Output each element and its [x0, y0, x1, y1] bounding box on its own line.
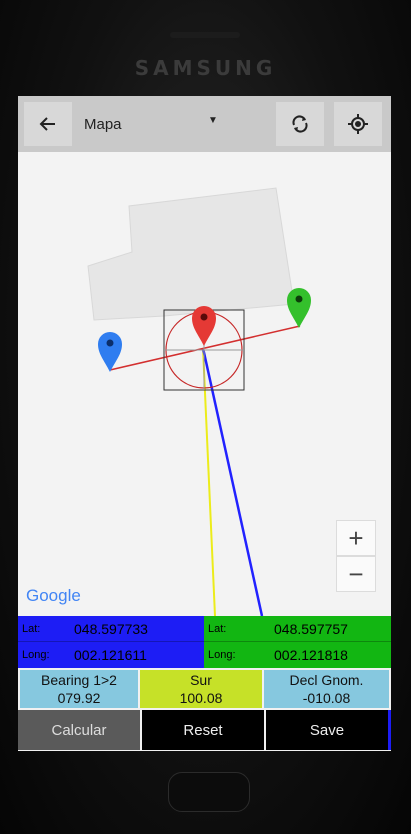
red-marker-icon[interactable] — [192, 306, 216, 346]
point1-long-value: 002.121611 — [74, 647, 147, 663]
bearing-box: Bearing 1>2 079.92 — [20, 670, 138, 708]
sync-icon — [292, 115, 308, 133]
point2-panel: Lat: 048.597757 Long: 002.121818 — [204, 616, 391, 668]
app-screen: Mapa ▼ Google + − Lat: 048.597733 Long: … — [18, 96, 391, 751]
triangle-down-icon: ▼ — [208, 115, 218, 126]
zoom-out-button[interactable]: − — [336, 556, 376, 592]
phone-frame: SAMSUNG Mapa ▼ Google + − Lat: 048.59773… — [0, 0, 411, 834]
point1-long-label: Long: — [22, 649, 50, 661]
point2-long-label: Long: — [208, 649, 236, 661]
calcular-button[interactable]: Calcular — [18, 710, 140, 750]
google-logo: Google — [26, 586, 81, 606]
bearing-line — [201, 347, 264, 616]
back-button[interactable] — [24, 102, 72, 146]
declination-label: Decl Gnom. — [289, 672, 364, 688]
bearing-value: 079.92 — [57, 690, 101, 706]
point2-lat-value: 048.597757 — [274, 621, 348, 637]
my-location-button[interactable] — [334, 102, 382, 146]
zoom-in-button[interactable]: + — [336, 520, 376, 556]
arrow-left-icon — [39, 117, 55, 131]
sur-value: 100.08 — [179, 690, 223, 706]
point1-lat-label: Lat: — [22, 623, 41, 635]
declination-value: -010.08 — [302, 690, 351, 706]
blue-marker-icon[interactable] — [98, 332, 122, 372]
sur-box: Sur 100.08 — [140, 670, 262, 708]
building-outline — [87, 187, 295, 321]
home-button[interactable] — [168, 772, 250, 812]
declination-box: Decl Gnom. -010.08 — [264, 670, 389, 708]
bearing-label: Bearing 1>2 — [41, 672, 117, 688]
my-location-icon — [348, 114, 368, 134]
edge-accent — [388, 710, 391, 750]
reset-button[interactable]: Reset — [142, 710, 264, 750]
device-brand: SAMSUNG — [134, 56, 277, 80]
sur-label: Sur — [190, 672, 212, 688]
map-type-dropdown[interactable]: Mapa ▼ — [84, 110, 224, 138]
green-marker-icon[interactable] — [287, 288, 311, 328]
point1-lat-value: 048.597733 — [74, 621, 148, 637]
sync-button[interactable] — [276, 102, 324, 146]
top-toolbar: Mapa ▼ — [18, 96, 391, 152]
point2-lat-label: Lat: — [208, 623, 227, 635]
map-view[interactable]: Google + − — [18, 152, 391, 616]
map-type-label: Mapa — [84, 115, 122, 133]
save-button[interactable]: Save — [266, 710, 388, 750]
earpiece-speaker — [170, 32, 240, 38]
point1-panel: Lat: 048.597733 Long: 002.121611 — [18, 616, 204, 668]
point2-long-value: 002.121818 — [274, 647, 348, 663]
google-attribution: Google — [26, 586, 81, 605]
